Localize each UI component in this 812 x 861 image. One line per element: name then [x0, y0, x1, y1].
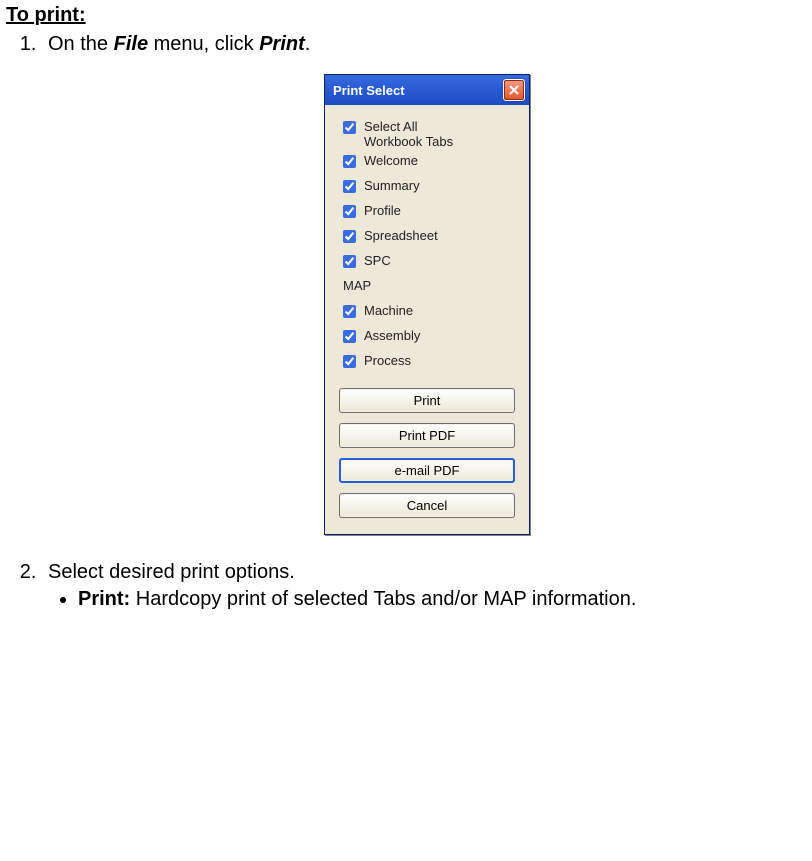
checkbox-select-all[interactable] — [343, 121, 356, 134]
checkbox-row-spc: SPC — [343, 253, 511, 268]
checkbox-row-profile: Profile — [343, 203, 511, 218]
close-button[interactable] — [503, 79, 525, 101]
bullet-print-label: Print: — [78, 588, 130, 610]
checkbox-process[interactable] — [343, 355, 356, 368]
step2-text: Select desired print options. — [48, 561, 295, 583]
step1-mid: menu, click — [148, 33, 259, 55]
checkbox-row-spreadsheet: Spreadsheet — [343, 228, 511, 243]
checkbox-spreadsheet-label: Spreadsheet — [364, 228, 438, 243]
bullet-print: Print: Hardcopy print of selected Tabs a… — [78, 588, 806, 611]
step1-action: Print — [259, 33, 305, 55]
checkbox-profile[interactable] — [343, 205, 356, 218]
checkbox-row-summary: Summary — [343, 178, 511, 193]
checkbox-assembly[interactable] — [343, 330, 356, 343]
checkbox-row-welcome: Welcome — [343, 153, 511, 168]
dialog-title: Print Select — [333, 83, 405, 98]
step1-prefix: On the — [48, 33, 114, 55]
print-select-dialog: Print Select Select All — [324, 74, 530, 535]
checkbox-welcome-label: Welcome — [364, 153, 418, 168]
map-group-label: MAP — [343, 278, 511, 293]
checkbox-row-machine: Machine — [343, 303, 511, 318]
cancel-button[interactable]: Cancel — [339, 493, 515, 518]
checkbox-summary[interactable] — [343, 180, 356, 193]
workbook-tabs-group-label: Workbook Tabs — [364, 134, 453, 149]
step-1: On the File menu, click Print. Print Sel… — [42, 33, 806, 535]
print-button[interactable]: Print — [339, 388, 515, 413]
section-heading: To print: — [6, 4, 806, 27]
checkbox-row-select-all: Select All Workbook Tabs — [343, 119, 511, 149]
checkbox-row-process: Process — [343, 353, 511, 368]
checkbox-spc-label: SPC — [364, 253, 391, 268]
checkbox-row-assembly: Assembly — [343, 328, 511, 343]
bullet-print-text: Hardcopy print of selected Tabs and/or M… — [130, 588, 636, 610]
checkbox-profile-label: Profile — [364, 203, 401, 218]
checkbox-spreadsheet[interactable] — [343, 230, 356, 243]
print-pdf-button[interactable]: Print PDF — [339, 423, 515, 448]
step1-suffix: . — [305, 33, 311, 55]
close-icon — [509, 85, 519, 95]
checkbox-welcome[interactable] — [343, 155, 356, 168]
checkbox-machine-label: Machine — [364, 303, 413, 318]
checkbox-machine[interactable] — [343, 305, 356, 318]
checkbox-select-all-label: Select All — [364, 119, 417, 134]
step1-menu-name: File — [114, 33, 148, 55]
checkbox-assembly-label: Assembly — [364, 328, 420, 343]
dialog-titlebar: Print Select — [325, 75, 529, 105]
email-pdf-button[interactable]: e-mail PDF — [339, 458, 515, 483]
checkbox-process-label: Process — [364, 353, 411, 368]
checkbox-summary-label: Summary — [364, 178, 420, 193]
checkbox-spc[interactable] — [343, 255, 356, 268]
step-2: Select desired print options. Print: Har… — [42, 561, 806, 611]
